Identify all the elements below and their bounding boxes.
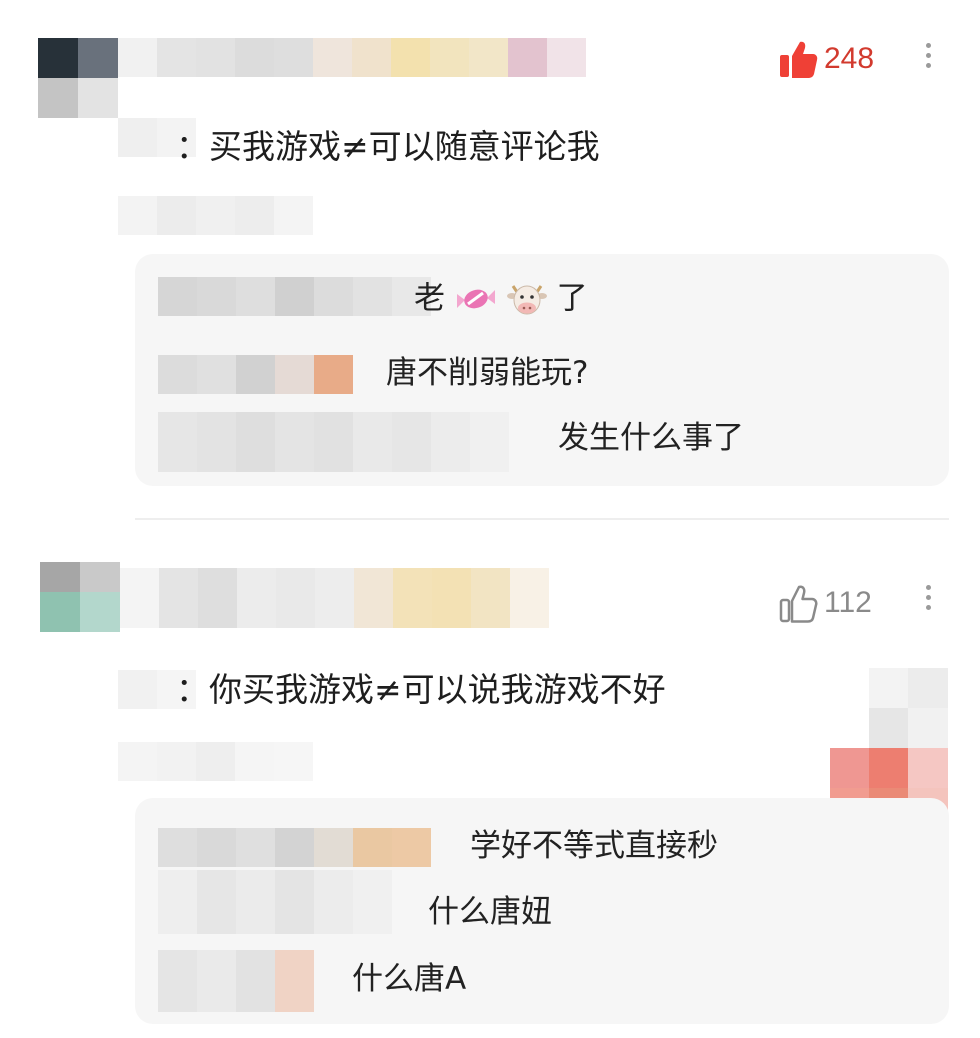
reply-text: 什么唐妞 xyxy=(428,894,552,930)
reply-text-after: 了 xyxy=(556,280,588,317)
like-button[interactable]: 248 xyxy=(778,38,874,80)
reply-username-redacted xyxy=(158,412,509,472)
reply-username-redacted xyxy=(158,870,392,934)
thumbs-up-outline-icon xyxy=(779,585,818,623)
reply-text: 唐不削弱能玩? xyxy=(386,355,589,391)
like-count: 112 xyxy=(824,586,872,619)
like-button[interactable]: 112 xyxy=(778,582,872,624)
reply-text: 什么唐A xyxy=(352,961,467,997)
reply-username-redacted xyxy=(158,828,431,867)
candy-emoji-icon xyxy=(456,289,495,309)
reply-text: 发生什么事了 xyxy=(558,420,744,456)
reply-username-redacted xyxy=(158,277,431,316)
avatar-redacted[interactable] xyxy=(38,38,118,118)
reply-text-before: 老 xyxy=(414,280,445,317)
username-redacted[interactable] xyxy=(118,38,586,77)
more-options-icon[interactable] xyxy=(924,38,932,73)
reply-username-redacted xyxy=(158,950,314,1012)
meta-redacted xyxy=(118,742,313,781)
more-options-icon[interactable] xyxy=(924,580,932,615)
username-redacted[interactable] xyxy=(120,568,549,628)
thumbs-up-filled-icon xyxy=(780,41,818,78)
avatar-redacted[interactable] xyxy=(40,562,120,632)
comment-text: ：你买我游戏≠可以说我游戏不好 xyxy=(176,670,666,709)
like-count: 248 xyxy=(824,42,875,75)
cow-face-emoji-icon xyxy=(506,285,547,315)
comment-divider xyxy=(135,518,949,520)
comment-text: ：买我游戏≠可以随意评论我 xyxy=(176,127,600,166)
reply-text: 学好不等式直接秒 xyxy=(470,828,718,864)
meta-redacted xyxy=(118,196,313,235)
reply-username-redacted xyxy=(158,355,353,394)
reply-text: 老 了 xyxy=(414,282,588,318)
